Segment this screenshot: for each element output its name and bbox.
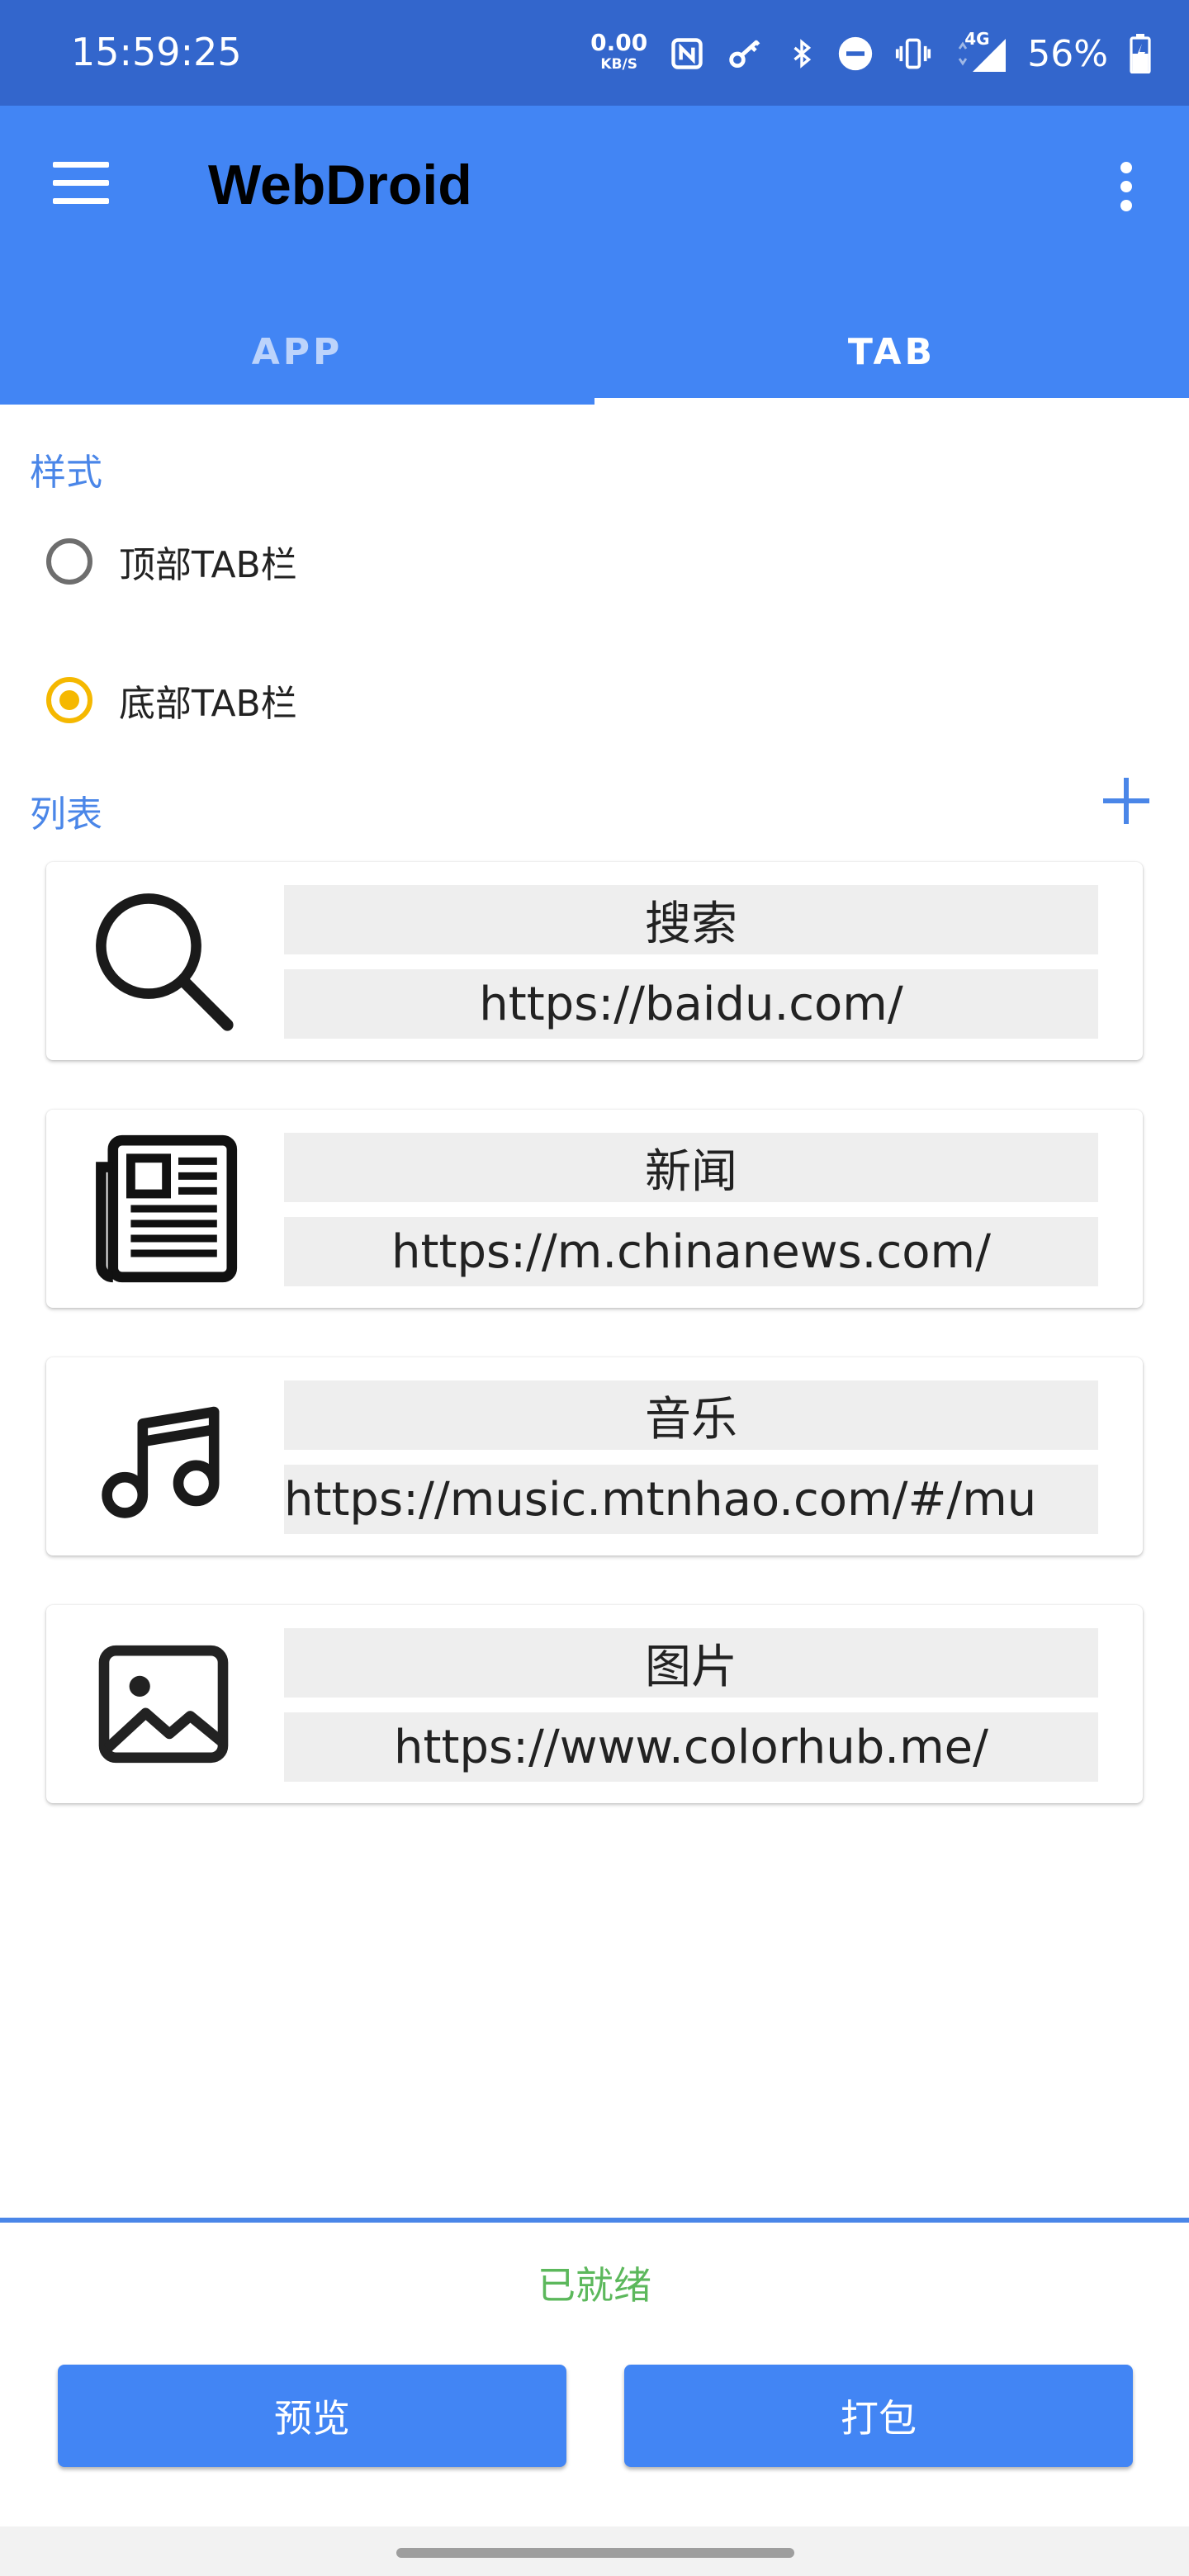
search-icon[interactable] bbox=[89, 887, 238, 1035]
music-note-icon[interactable] bbox=[89, 1382, 238, 1531]
preview-button[interactable]: 预览 bbox=[58, 2365, 566, 2467]
network-speed-unit: KB/S bbox=[600, 56, 637, 73]
gesture-handle[interactable] bbox=[396, 2548, 794, 2558]
list-item-news[interactable]: 新闻 https://m.chinanews.com/ bbox=[46, 1110, 1143, 1308]
tab-url-field[interactable]: https://baidu.com/ bbox=[284, 969, 1098, 1039]
radio-top-tab-bar[interactable]: 顶部TAB栏 bbox=[46, 528, 297, 594]
radio-button-checked[interactable] bbox=[46, 677, 92, 723]
nfc-icon bbox=[671, 38, 703, 69]
tab-url-field[interactable]: https://m.chinanews.com/ bbox=[284, 1217, 1098, 1286]
bluetooth-icon bbox=[793, 39, 812, 69]
key-icon bbox=[729, 40, 760, 69]
radio-button[interactable] bbox=[46, 538, 92, 585]
footer-divider bbox=[0, 2218, 1189, 2223]
app-title: WebDroid bbox=[208, 154, 472, 216]
tab-indicator bbox=[594, 398, 1189, 405]
hamburger-menu-icon[interactable] bbox=[53, 162, 109, 211]
tab-name-field[interactable]: 新闻 bbox=[284, 1133, 1098, 1202]
image-icon[interactable] bbox=[89, 1630, 238, 1778]
build-button[interactable]: 打包 bbox=[624, 2365, 1133, 2467]
tab-app[interactable]: APP bbox=[0, 299, 594, 405]
style-section-label: 样式 bbox=[30, 452, 102, 494]
list-item-image[interactable]: 图片 https://www.colorhub.me/ bbox=[46, 1605, 1143, 1803]
tab-url-field[interactable]: https://music.mtnhao.com/#/mu bbox=[284, 1465, 1098, 1534]
signal-icon: 4G bbox=[953, 29, 1007, 72]
status-time: 15:59:25 bbox=[71, 30, 242, 74]
battery-icon bbox=[1130, 34, 1151, 73]
tab-name-field[interactable]: 搜索 bbox=[284, 885, 1098, 954]
tab-name-field[interactable]: 图片 bbox=[284, 1628, 1098, 1698]
network-speed: 0.00 KB/S bbox=[590, 29, 648, 75]
newspaper-icon[interactable] bbox=[89, 1134, 238, 1283]
tab-url-field[interactable]: https://www.colorhub.me/ bbox=[284, 1712, 1098, 1782]
list-item-music[interactable]: 音乐 https://music.mtnhao.com/#/mu bbox=[46, 1357, 1143, 1556]
build-status: 已就绪 bbox=[538, 2263, 651, 2308]
tab-tab[interactable]: TAB bbox=[594, 299, 1189, 405]
battery-level: 56% bbox=[1027, 32, 1108, 75]
status-bar: 15:59:25 0.00 KB/S 4G 56% bbox=[0, 0, 1189, 106]
dnd-icon bbox=[839, 36, 873, 71]
list-section-label: 列表 bbox=[30, 793, 102, 836]
list-item-search[interactable]: 搜索 https://baidu.com/ bbox=[46, 862, 1143, 1060]
vibrate-icon bbox=[896, 38, 931, 69]
tab-name-field[interactable]: 音乐 bbox=[284, 1380, 1098, 1450]
radio-label: 底部TAB栏 bbox=[119, 683, 297, 725]
add-icon[interactable] bbox=[1103, 778, 1149, 824]
more-options-icon[interactable] bbox=[1115, 162, 1138, 215]
network-speed-value: 0.00 bbox=[590, 29, 648, 56]
radio-label: 顶部TAB栏 bbox=[119, 544, 297, 586]
radio-bottom-tab-bar[interactable]: 底部TAB栏 bbox=[46, 667, 297, 733]
status-icons: 0.00 KB/S 4G 56% bbox=[590, 25, 1151, 83]
